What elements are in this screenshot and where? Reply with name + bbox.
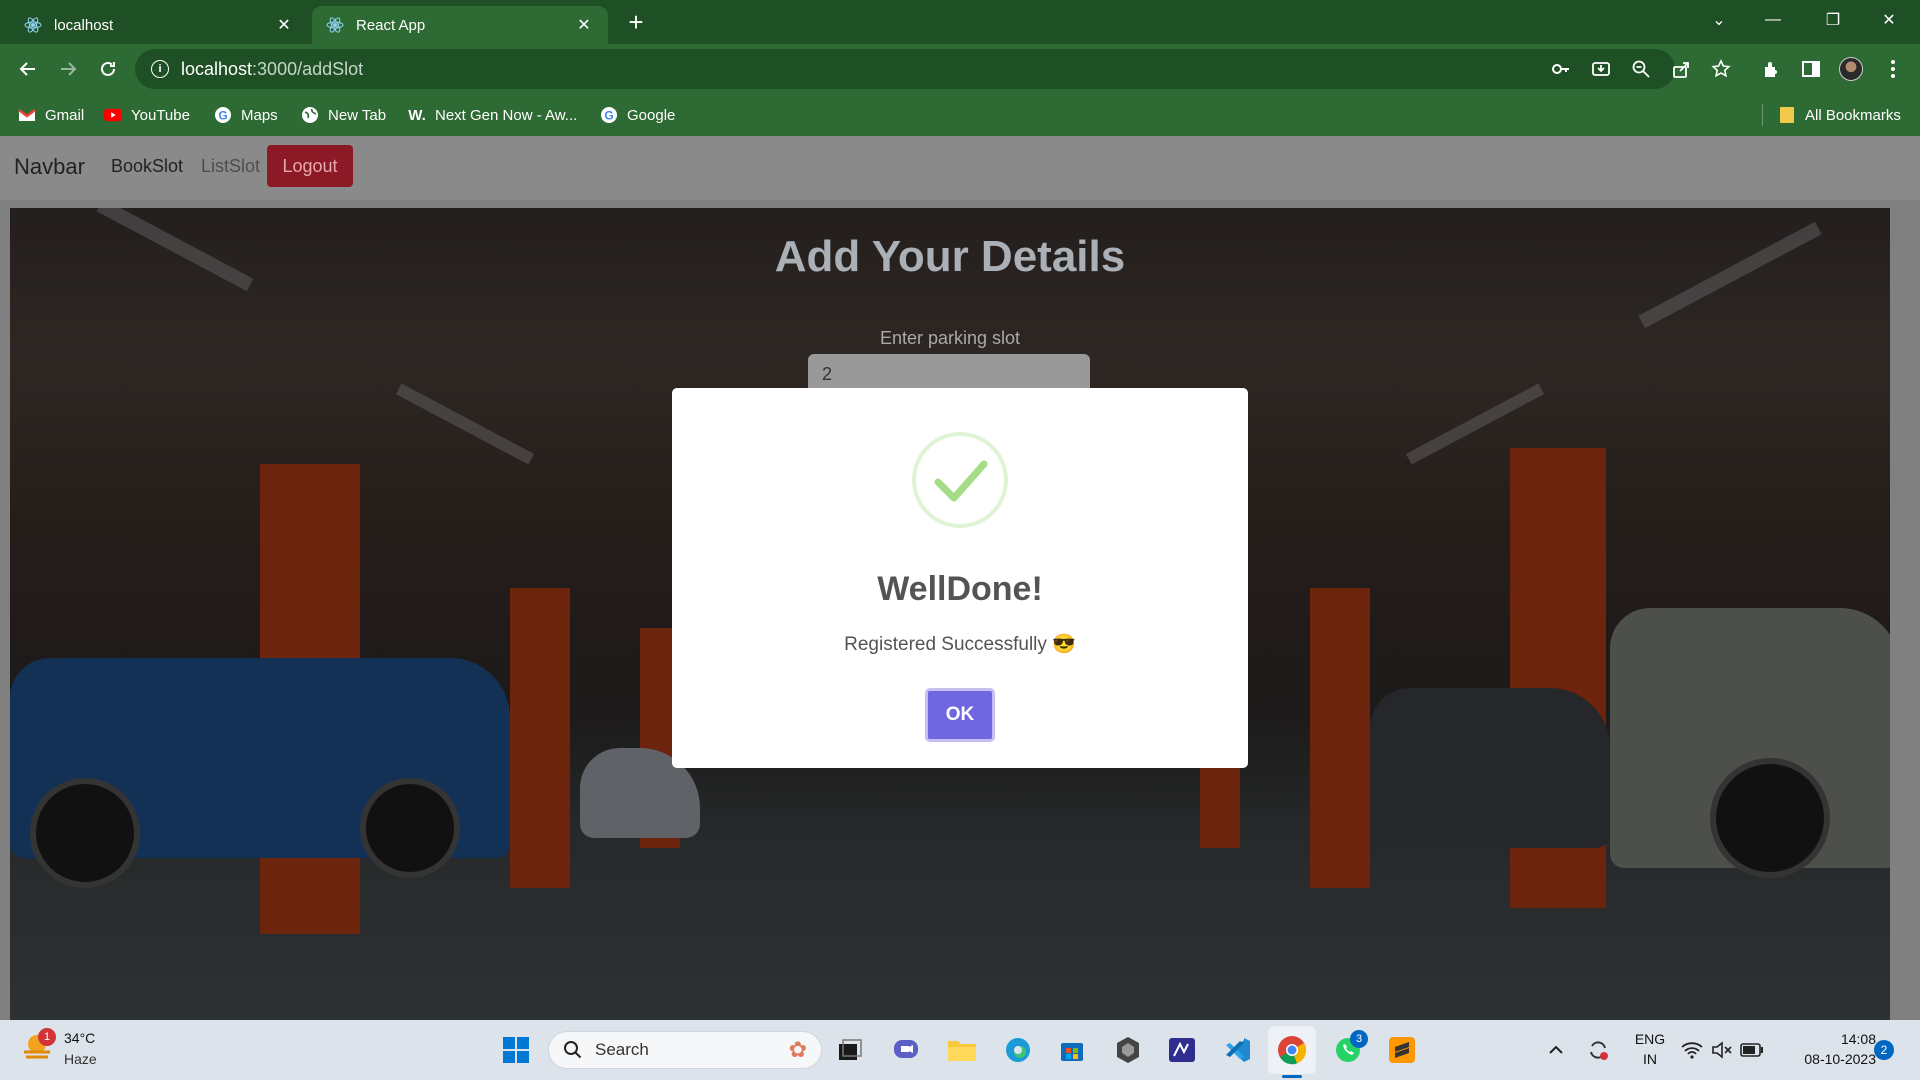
reload-icon[interactable] (92, 53, 124, 85)
battery-icon[interactable] (1736, 1034, 1768, 1066)
profile-avatar[interactable] (1838, 56, 1864, 82)
all-bookmarks[interactable]: All Bookmarks (1778, 104, 1901, 126)
windows-start-icon[interactable] (500, 1034, 532, 1066)
browser-toolbar: i localhost:3000/addSlot (0, 44, 1920, 94)
weather-temp: 34°C (64, 1030, 96, 1046)
close-window-button[interactable]: ✕ (1866, 0, 1912, 40)
bookmark-label: Gmail (45, 106, 85, 124)
bookmarks-bar: Gmail YouTube G Maps New Tab W. Next Gen… (0, 94, 1920, 136)
vscode-icon[interactable] (1222, 1034, 1254, 1066)
url-host: localhost (181, 58, 253, 79)
edge-icon[interactable] (1002, 1034, 1034, 1066)
browser-tab-bar: localhost ✕ React App ✕ + ⌄ — ❐ ✕ (0, 0, 1920, 44)
modal-title: WellDone! (877, 570, 1043, 608)
address-bar[interactable]: i localhost:3000/addSlot (135, 49, 1675, 89)
whatsapp-badge: 3 (1350, 1030, 1368, 1048)
side-panel-icon[interactable] (1798, 56, 1824, 82)
nav-link-bookslot[interactable]: BookSlot (111, 156, 183, 177)
code-editor-icon[interactable] (1166, 1034, 1198, 1066)
google-icon: G (214, 106, 232, 124)
tab-label: React App (356, 16, 426, 34)
chrome-icon[interactable] (1276, 1034, 1308, 1066)
menu-kebab-icon[interactable] (1880, 56, 1906, 82)
tab-localhost[interactable]: localhost ✕ (10, 6, 308, 44)
slot-label: Enter parking slot (879, 328, 1021, 348)
notification-badge[interactable]: 2 (1874, 1040, 1894, 1060)
youtube-icon (104, 106, 122, 124)
unity-hub-icon[interactable] (1112, 1034, 1144, 1066)
bookmark-new-tab[interactable]: New Tab (301, 104, 386, 126)
logout-button[interactable]: Logout (267, 145, 353, 187)
ok-button[interactable]: OK (925, 688, 995, 742)
svg-text:G: G (604, 109, 613, 123)
success-check-icon (934, 460, 988, 502)
search-highlight-icon: ✿ (788, 1037, 807, 1062)
restore-button[interactable]: ❐ (1810, 0, 1856, 40)
show-hidden-icons-chevron[interactable] (1540, 1034, 1572, 1066)
bookmark-google[interactable]: G Google (600, 104, 675, 126)
clock-time[interactable]: 14:08 (1776, 1031, 1876, 1047)
task-view-icon[interactable] (834, 1034, 866, 1066)
weather-condition: Haze (64, 1051, 97, 1067)
bookmark-label: New Tab (328, 106, 387, 124)
key-icon[interactable] (1548, 56, 1574, 82)
bookmark-label: Google (627, 106, 676, 124)
weather-badge: 1 (38, 1028, 56, 1046)
extensions-icon[interactable] (1758, 56, 1784, 82)
react-favicon-icon (24, 16, 42, 34)
taskbar-search[interactable]: Search ✿ (548, 1031, 822, 1069)
windows-taskbar: 1 34°C Haze Search ✿ 3 ENG IN 14:08 08-1… (0, 1020, 1920, 1080)
navbar-brand[interactable]: Navbar (14, 154, 85, 180)
search-placeholder: Search (595, 1040, 649, 1059)
language-line1[interactable]: ENG (1630, 1031, 1670, 1047)
close-tab-icon[interactable]: ✕ (574, 15, 594, 35)
close-tab-icon[interactable]: ✕ (274, 15, 294, 35)
folder-icon (1778, 106, 1796, 124)
tab-react-app[interactable]: React App ✕ (312, 6, 608, 44)
active-indicator (1282, 1075, 1302, 1078)
bookmark-youtube[interactable]: YouTube (104, 104, 190, 126)
file-explorer-icon[interactable] (946, 1034, 978, 1066)
zoom-icon[interactable] (1628, 56, 1654, 82)
gmail-icon (18, 106, 36, 124)
google-icon: G (600, 106, 618, 124)
share-icon[interactable] (1668, 56, 1694, 82)
clock-date[interactable]: 08-10-2023 (1776, 1051, 1876, 1067)
nav-link-listslot[interactable]: ListSlot (201, 156, 260, 177)
bookmark-maps[interactable]: G Maps (214, 104, 278, 126)
install-app-icon[interactable] (1588, 56, 1614, 82)
new-tab-button[interactable]: + (622, 7, 650, 37)
tab-search-chevron-icon[interactable]: ⌄ (1696, 0, 1742, 40)
bookmark-label: YouTube (131, 106, 190, 124)
globe-icon (301, 106, 319, 124)
svg-text:G: G (218, 109, 227, 123)
bookmark-next-gen-now[interactable]: W. Next Gen Now - Aw... (408, 104, 577, 126)
bookmark-gmail[interactable]: Gmail (18, 104, 84, 126)
url-path: :3000/addSlot (252, 58, 364, 79)
sublime-text-icon[interactable] (1386, 1034, 1418, 1066)
forward-icon[interactable] (52, 53, 84, 85)
bookmark-label: Next Gen Now - Aw... (435, 106, 578, 124)
volume-muted-icon[interactable] (1706, 1034, 1738, 1066)
search-icon (564, 1041, 582, 1059)
tab-label: localhost (54, 16, 114, 34)
bookmark-label: All Bookmarks (1805, 106, 1901, 124)
modal-message: Registered Successfully 😎 (844, 634, 1076, 655)
success-modal: WellDone! Registered Successfully 😎 OK (672, 388, 1248, 768)
bookmark-label: Maps (241, 106, 278, 124)
sync-icon[interactable] (1582, 1034, 1614, 1066)
page-heading: Add Your Details (774, 232, 1126, 281)
microsoft-store-icon[interactable] (1056, 1034, 1088, 1066)
bookmarks-divider (1762, 104, 1763, 126)
back-icon[interactable] (12, 53, 44, 85)
teams-chat-icon[interactable] (890, 1034, 922, 1066)
react-favicon-icon (326, 16, 344, 34)
wifi-icon[interactable] (1676, 1034, 1708, 1066)
app-navbar: Navbar BookSlot ListSlot Logout (0, 136, 1920, 200)
bookmark-star-icon[interactable] (1708, 56, 1734, 82)
language-line2[interactable]: IN (1630, 1051, 1670, 1067)
w-icon: W. (408, 106, 426, 124)
site-info-icon[interactable]: i (151, 60, 169, 78)
minimize-button[interactable]: — (1750, 0, 1796, 40)
